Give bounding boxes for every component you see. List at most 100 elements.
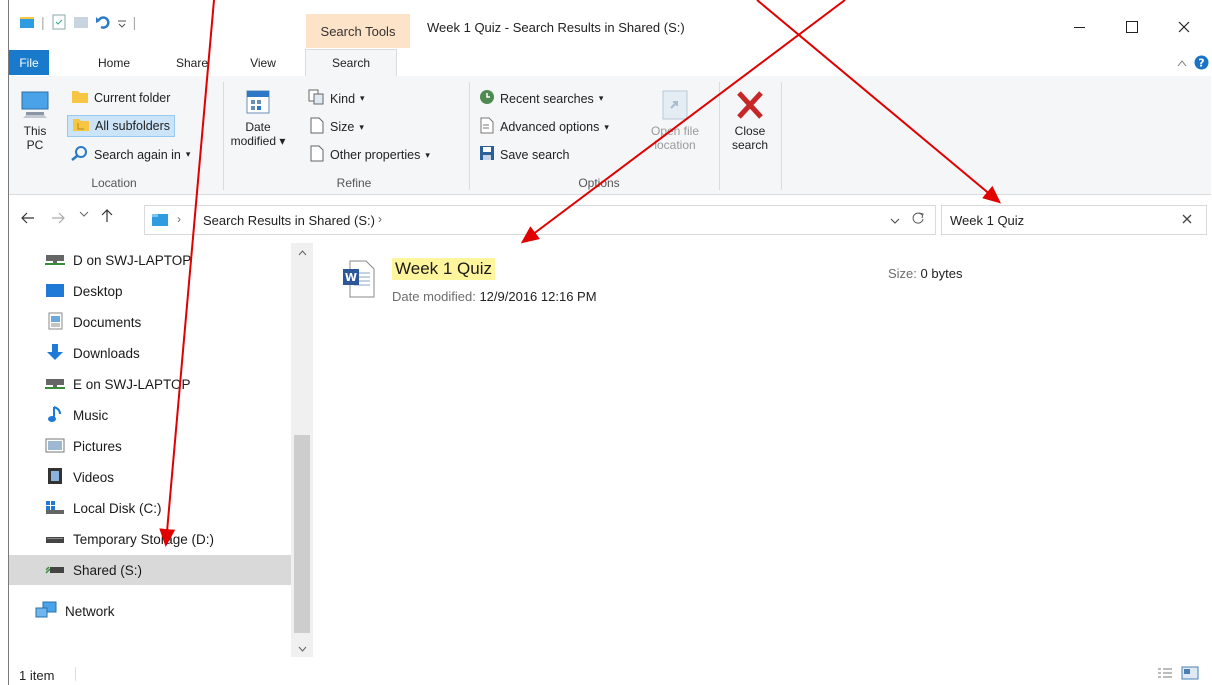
search-input[interactable]: Week 1 Quiz	[950, 213, 1024, 228]
group-separator	[719, 82, 720, 190]
search-box[interactable]: Week 1 Quiz	[941, 205, 1207, 235]
dropdown-arrow-icon: ▾	[598, 93, 604, 103]
size-value: 0 bytes	[920, 266, 963, 281]
tab-home[interactable]: Home	[89, 50, 139, 75]
minimize-button[interactable]	[1056, 12, 1102, 42]
nav-item-desktop[interactable]: Desktop	[9, 276, 291, 306]
this-pc-button[interactable]: This PC	[15, 88, 55, 152]
new-folder-icon[interactable]	[73, 14, 89, 30]
tab-search[interactable]: Search	[305, 49, 397, 77]
collapse-ribbon-button[interactable]	[1175, 50, 1189, 75]
size-label: Size	[330, 120, 355, 134]
search-again-in-button[interactable]: Search again in ▾	[71, 145, 190, 164]
date-modified-button[interactable]: Date modified ▾	[229, 88, 287, 148]
help-icon: ?	[1194, 55, 1208, 70]
nav-item-videos[interactable]: Videos	[9, 462, 291, 492]
quick-access-toolbar: | |	[19, 14, 136, 30]
scroll-up-button[interactable]	[291, 247, 313, 259]
result-size: Size: 0 bytes	[888, 266, 962, 281]
close-search-label: Close search	[731, 124, 769, 152]
address-bar[interactable]: › Search Results in Shared (S:) ›	[144, 205, 936, 235]
qat-separator: |	[41, 14, 45, 30]
scroll-down-button[interactable]	[291, 643, 313, 655]
size-button[interactable]: Size ▾	[309, 117, 364, 137]
maximize-button[interactable]	[1109, 12, 1155, 42]
nav-item-e-on-swj-laptop[interactable]: E on SWJ-LAPTOP	[9, 369, 291, 399]
nav-item-shared-s[interactable]: Shared (S:)	[9, 555, 291, 585]
kind-label: Kind	[330, 91, 356, 106]
search-icon	[71, 145, 89, 164]
location-group-label: Location	[91, 176, 137, 190]
network-drive-icon	[45, 377, 65, 392]
search-tools-context-tab: Search Tools	[306, 14, 410, 48]
nav-item-label: Documents	[73, 314, 142, 330]
network-icon	[35, 601, 57, 622]
result-file-name[interactable]: Week 1 Quiz	[392, 258, 496, 280]
size-label: Size:	[888, 266, 917, 281]
up-button[interactable]	[101, 209, 113, 227]
status-separator	[75, 667, 76, 681]
nav-item-temporary-storage-d[interactable]: Temporary Storage (D:)	[9, 524, 291, 554]
advanced-options-button[interactable]: Advanced options ▾	[479, 117, 609, 137]
large-icons-view-button[interactable]	[1181, 666, 1199, 683]
music-icon	[45, 405, 65, 426]
close-icon	[1182, 214, 1192, 224]
nav-item-documents[interactable]: Documents	[9, 307, 291, 337]
forward-button[interactable]	[51, 211, 65, 228]
folder-icon[interactable]	[19, 15, 35, 29]
kind-icon	[307, 89, 325, 108]
close-button[interactable]	[1161, 12, 1207, 42]
recent-searches-button[interactable]: Recent searches ▾	[479, 89, 603, 108]
qat-customize-icon[interactable]	[117, 14, 127, 30]
save-search-button[interactable]: Save search	[479, 145, 569, 164]
nav-item-label: Desktop	[73, 283, 123, 299]
tab-share[interactable]: Share	[172, 50, 212, 75]
clear-search-button[interactable]	[1182, 212, 1192, 227]
title-bar: | | Search Tools Week 1 Quiz - Search Re…	[9, 0, 1211, 50]
open-file-location-button[interactable]: Open file location	[643, 88, 707, 152]
properties-icon[interactable]	[51, 14, 67, 30]
scroll-thumb[interactable]	[294, 435, 310, 633]
address-path[interactable]: Search Results in Shared (S:)	[203, 213, 375, 228]
options-group-label: Options	[578, 176, 620, 190]
refresh-button[interactable]	[911, 211, 925, 228]
all-subfolders-label: All subfolders	[95, 119, 171, 133]
arrow-up-icon	[101, 209, 113, 222]
undo-icon[interactable]	[95, 14, 111, 30]
nav-item-network[interactable]: Network	[9, 596, 291, 626]
nav-item-label: Temporary Storage (D:)	[73, 531, 215, 547]
arrow-left-icon	[21, 212, 34, 224]
date-modified-value: 12/9/2016 12:16 PM	[479, 289, 597, 304]
nav-item-d-on-swj-laptop[interactable]: D on SWJ-LAPTOP	[9, 245, 291, 275]
nav-item-label: Network	[65, 603, 115, 619]
desktop-icon	[45, 282, 65, 301]
all-subfolders-button[interactable]: All subfolders	[67, 115, 176, 137]
back-button[interactable]	[21, 211, 35, 228]
chevron-down-icon	[890, 218, 900, 224]
ribbon: This PC Current folder All subfolders Se…	[9, 76, 1211, 195]
date-modified-label: Date modified ▾	[230, 120, 286, 148]
nav-item-music[interactable]: Music	[9, 400, 291, 430]
current-folder-button[interactable]: Current folder	[71, 89, 170, 107]
nav-item-downloads[interactable]: Downloads	[9, 338, 291, 368]
close-search-button[interactable]: Close search	[725, 88, 775, 152]
recent-locations-button[interactable]	[79, 209, 89, 221]
nav-item-local-disk-c[interactable]: Local Disk (C:)	[9, 493, 291, 523]
dropdown-arrow-icon: ▾	[425, 149, 430, 160]
chevron-up-icon	[1177, 59, 1187, 66]
nav-item-pictures[interactable]: Pictures	[9, 431, 291, 461]
help-button[interactable]: ?	[1193, 50, 1209, 75]
other-properties-button[interactable]: Other properties ▾	[309, 145, 430, 165]
nav-scrollbar[interactable]	[291, 243, 313, 657]
breadcrumb-chevron-icon[interactable]: ›	[378, 212, 382, 226]
content-pane: W Week 1 Quiz Date modified: 12/9/2016 1…	[314, 243, 1211, 657]
recent-searches-icon	[479, 89, 495, 108]
advanced-options-icon	[479, 117, 495, 137]
details-view-button[interactable]	[1157, 667, 1173, 684]
address-dropdown-button[interactable]	[890, 213, 900, 228]
kind-button[interactable]: Kind ▾	[307, 89, 365, 108]
other-properties-label: Other properties	[330, 148, 421, 162]
tab-file[interactable]: File	[9, 50, 49, 75]
tab-view[interactable]: View	[241, 50, 285, 75]
navigation-pane: D on SWJ-LAPTOP Desktop Documents Downlo…	[9, 243, 291, 657]
